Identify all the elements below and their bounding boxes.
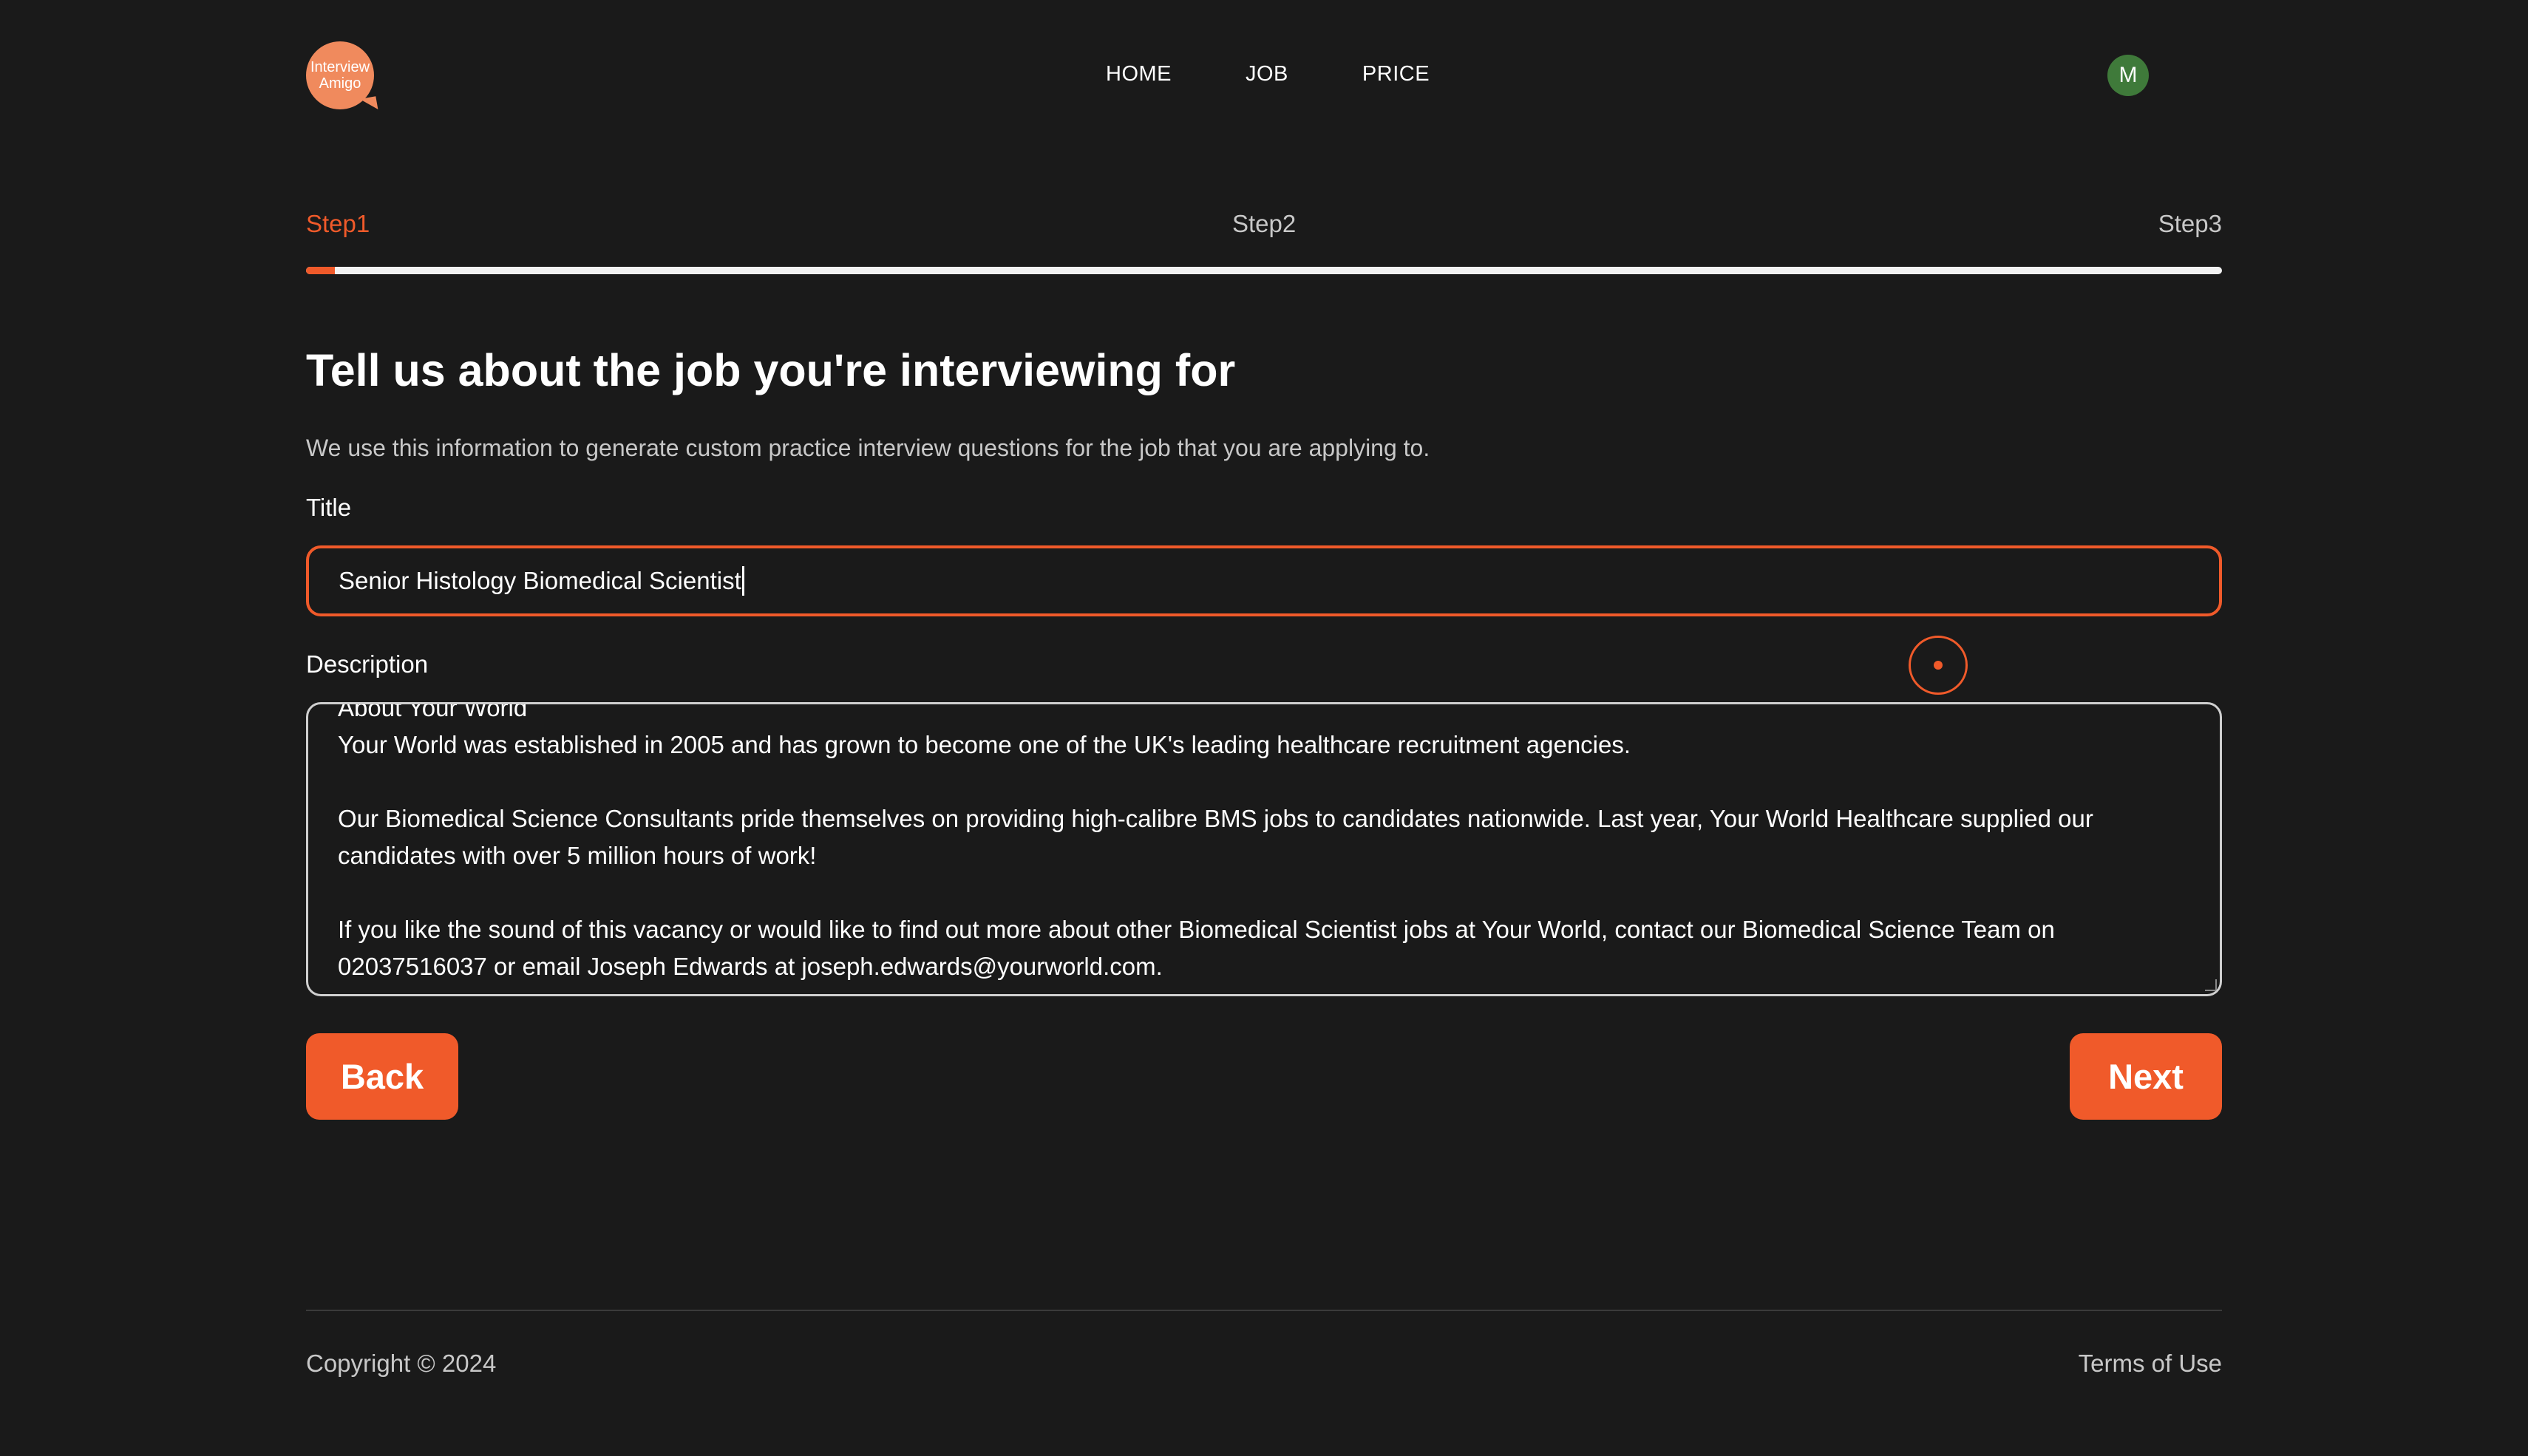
copyright-text: Copyright © 2024 bbox=[306, 1350, 497, 1377]
back-button[interactable]: Back bbox=[306, 1033, 458, 1120]
description-blank-line bbox=[338, 874, 2161, 911]
step-progress-fill bbox=[306, 267, 335, 274]
nav-job[interactable]: JOB bbox=[1246, 62, 1288, 86]
user-avatar[interactable]: M bbox=[2107, 55, 2149, 96]
page-subtitle: We use this information to generate cust… bbox=[306, 435, 1430, 461]
step-3-label: Step3 bbox=[2158, 210, 2222, 237]
description-textarea[interactable]: About Your World Your World was establis… bbox=[306, 702, 2222, 996]
main-nav: HOME JOB PRICE bbox=[1106, 62, 1503, 86]
description-paragraph: Your World was established in 2005 and h… bbox=[338, 731, 1631, 758]
logo-text-line1: Interview bbox=[310, 59, 370, 75]
mouse-cursor-indicator bbox=[1909, 636, 1968, 695]
stepper: Step1 Step2 Step3 bbox=[306, 210, 2222, 239]
footer-divider bbox=[306, 1310, 2222, 1311]
logo[interactable]: Interview Amigo bbox=[306, 41, 374, 109]
step-progress-bar bbox=[306, 267, 2222, 274]
description-blank-line bbox=[338, 763, 2161, 800]
description-paragraph: About Your World bbox=[338, 702, 528, 721]
step-2-label: Step2 bbox=[1232, 210, 1297, 237]
terms-of-use-link[interactable]: Terms of Use bbox=[2079, 1350, 2222, 1378]
description-text: About Your World Your World was establis… bbox=[338, 702, 2161, 985]
next-button[interactable]: Next bbox=[2070, 1033, 2222, 1120]
description-paragraph: Our Biomedical Science Consultants pride… bbox=[338, 805, 2093, 869]
text-caret bbox=[741, 566, 744, 596]
header: Interview Amigo HOME JOB PRICE M bbox=[306, 41, 2222, 109]
title-input[interactable]: Senior Histology Biomedical Scientist bbox=[306, 545, 2222, 616]
nav-price[interactable]: PRICE bbox=[1362, 62, 1430, 86]
title-input-value: Senior Histology Biomedical Scientist bbox=[339, 567, 741, 594]
logo-text-line2: Amigo bbox=[319, 75, 361, 92]
description-field-label: Description bbox=[306, 650, 429, 678]
page-title: Tell us about the job you're interviewin… bbox=[306, 345, 1236, 395]
page: Interview Amigo HOME JOB PRICE M Step1 S… bbox=[0, 0, 2528, 1456]
resize-handle-icon[interactable] bbox=[2205, 979, 2217, 991]
title-field-label: Title bbox=[306, 494, 352, 521]
step-1-label: Step1 bbox=[306, 210, 370, 237]
nav-home[interactable]: HOME bbox=[1106, 62, 1172, 86]
description-paragraph: If you like the sound of this vacancy or… bbox=[338, 916, 2055, 980]
